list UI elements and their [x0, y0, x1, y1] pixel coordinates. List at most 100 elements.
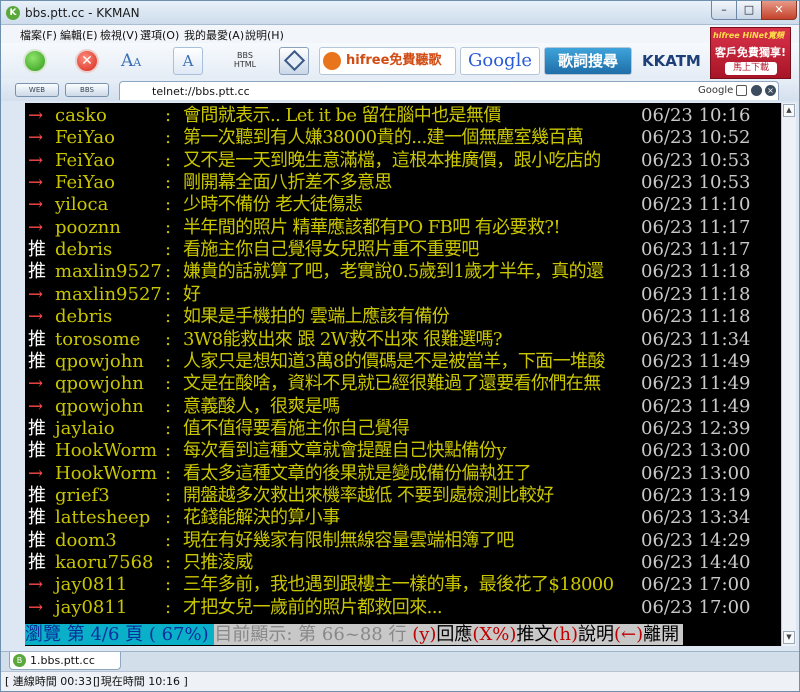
- search-engine-label[interactable]: Google: [698, 85, 733, 96]
- comment-text: 現在有好幾家有限制無線容量雲端相簿了吧: [183, 529, 514, 551]
- kkman-window: K bbs.ptt.cc - KKMAN – □ ✕ 檔案(F) 編輯(E) 檢…: [0, 0, 800, 692]
- comment-tag: 推: [28, 484, 46, 506]
- comment-text: 半年間的照片 精華應該都有PO FB吧 有必要救?!: [183, 216, 561, 238]
- comment-tag: 推: [28, 261, 46, 283]
- comment-user: debris: [55, 239, 113, 261]
- comment-user: kaoru7568: [55, 552, 154, 573]
- ad-download-button[interactable]: 馬上下載: [725, 62, 777, 75]
- comment-time: 06/23 17:00: [641, 574, 751, 596]
- menu-options[interactable]: 選項(O): [140, 27, 179, 43]
- connect-button[interactable]: [19, 47, 53, 75]
- menu-view[interactable]: 檢視(V): [100, 27, 138, 43]
- url-text[interactable]: telnet://bbs.ptt.cc: [152, 85, 250, 98]
- comment-user: qpowjohn: [55, 395, 144, 417]
- comment-text: 3W8能救出來 跟 2W救不出來 很難選嗎?: [183, 328, 503, 350]
- comment-row: → FeiYao: 第一次聽到有人嫌38000貴的...建一個無塵室幾百萬 06/23…: [25, 127, 781, 149]
- comment-time: 06/23 11:49: [641, 350, 751, 372]
- maximize-button[interactable]: □: [736, 1, 762, 20]
- comment-text: 如果是手機拍的 雲端上應該有備份: [183, 306, 450, 328]
- web-mode-button[interactable]: WEB: [15, 83, 59, 97]
- comment-tag: →: [28, 373, 44, 395]
- vertical-scrollbar[interactable]: ▲ ▼: [781, 103, 796, 646]
- minimize-button[interactable]: –: [711, 1, 737, 20]
- menu-help[interactable]: 說明(H): [245, 27, 284, 43]
- comment-tag: →: [28, 462, 44, 484]
- comment-colon: :: [165, 417, 172, 439]
- comment-tag: →: [28, 596, 44, 618]
- disconnect-button[interactable]: ✕: [71, 47, 105, 75]
- bbs-html-toggle[interactable]: BBS HTML: [223, 47, 267, 75]
- close-tab-icon[interactable]: ×: [765, 85, 776, 96]
- comment-time: 06/23 10:53: [641, 172, 751, 194]
- comment-row: 推 debris: 看施主你自己覺得女兒照片重不重要吧 06/23 11:17: [25, 239, 781, 261]
- page-icon[interactable]: [736, 85, 747, 96]
- comment-time: 06/23 11:17: [641, 216, 751, 238]
- comment-row: → qpowjohn: 意義酸人，很爽是嗎 06/23 11:49: [25, 396, 781, 418]
- comment-row: → maxlin9527: 好 06/23 11:18: [25, 284, 781, 306]
- current-time: [ 現在時間 10:16 ]: [93, 675, 188, 688]
- comment-time: 06/23 14:29: [641, 529, 751, 551]
- comment-row: → qpowjohn: 文是在酸啥，資料不見就已經很難過了還要看你們在無 06/23 …: [25, 373, 781, 395]
- comment-colon: :: [165, 574, 172, 596]
- comment-time: 06/23 11:18: [641, 283, 751, 305]
- window-title: bbs.ptt.cc - KKMAN: [25, 6, 140, 20]
- status-leave: 離開: [643, 624, 684, 645]
- status-key-x: (X%): [472, 624, 517, 645]
- font-size-icon[interactable]: AA: [121, 47, 157, 75]
- font-style-icon[interactable]: A: [173, 47, 203, 75]
- comment-text: 每次看到這種文章就會提醒自己快點備份y: [183, 440, 506, 462]
- lyrics-search-link[interactable]: 歌詞搜尋: [544, 47, 632, 75]
- comment-colon: :: [165, 596, 172, 618]
- title-bar: K bbs.ptt.cc - KKMAN – □ ✕: [1, 1, 799, 25]
- comment-colon: :: [165, 507, 172, 529]
- menu-edit[interactable]: 編輯(E): [60, 27, 98, 43]
- comment-text: 只推淩威: [183, 552, 253, 573]
- close-button[interactable]: ✕: [761, 1, 797, 20]
- hinet-ad-banner[interactable]: hifree HiNet寬頻 客戶免費獨享! 馬上下載: [710, 27, 791, 79]
- status-bar: 瀏覽 第 4/6 頁 ( 67%) 目前顯示: 第 66~88 行 (y)回應(…: [25, 623, 781, 646]
- comment-time: 06/23 13:34: [641, 507, 751, 529]
- scroll-up-icon[interactable]: ▲: [783, 104, 795, 117]
- comment-text: 又不是一天到晚生意滿檔，這根本推廣價，跟小吃店的: [183, 149, 601, 171]
- comment-colon: :: [165, 350, 172, 372]
- session-tab[interactable]: B 1.bbs.ptt.cc: [9, 652, 121, 670]
- google-link[interactable]: Google: [460, 47, 540, 75]
- comment-tag: 推: [28, 350, 46, 372]
- scroll-down-icon[interactable]: ▼: [783, 631, 795, 644]
- comment-time: 06/23 11:17: [641, 239, 751, 261]
- comment-tag: 推: [28, 440, 46, 462]
- dropdown-icon[interactable]: [751, 85, 762, 96]
- bbs-terminal[interactable]: → casko: 會問就表示.. Let it be 留在腦中也是無價 06/23 1…: [25, 103, 781, 646]
- ad-brand: hifree HiNet寬頻: [713, 31, 784, 40]
- comment-time: 06/23 14:40: [641, 552, 751, 573]
- comment-text: 三年多前，我也遇到跟樓主一樣的事，最後花了$18000: [183, 574, 614, 596]
- comment-colon: :: [165, 529, 172, 551]
- comment-user: jaylaio: [55, 417, 115, 439]
- comment-time: 06/23 11:49: [641, 373, 751, 395]
- comment-time: 06/23 11:18: [641, 306, 751, 328]
- status-key-h: (h): [552, 624, 579, 645]
- comment-text: 才把女兒一歲前的照片都救回來...: [183, 596, 443, 618]
- address-bar[interactable]: telnet://bbs.ptt.cc Google ×: [119, 81, 779, 100]
- green-circle-icon: [23, 49, 47, 73]
- comment-user: maxlin9527: [55, 261, 162, 283]
- comment-time: 06/23 11:34: [641, 328, 751, 350]
- comment-text: 文是在酸啥，資料不見就已經很難過了還要看你們在無: [183, 373, 601, 395]
- comment-user: torosome: [55, 328, 141, 350]
- bbs-mode-button[interactable]: BBS: [65, 83, 109, 97]
- kkatm-link[interactable]: KKATM: [636, 47, 708, 75]
- comment-row: → jay0811: 三年多前，我也遇到跟樓主一樣的事，最後花了$18000 06/2…: [25, 574, 781, 596]
- music-note-icon: [323, 52, 341, 70]
- menu-favorites[interactable]: 我的最愛(A): [184, 27, 244, 43]
- comment-time: 06/23 13:19: [641, 484, 751, 506]
- stop-x-icon: ✕: [75, 49, 99, 73]
- footer-status: [ 連線時間 00:33 ] [ 現在時間 10:16 ]: [1, 671, 799, 691]
- comment-tag: 推: [28, 328, 46, 350]
- connection-time: [ 連線時間 00:33 ]: [5, 675, 100, 688]
- cube-icon[interactable]: [279, 47, 309, 75]
- comment-text: 少時不備份 老大徒傷悲: [183, 194, 363, 216]
- comment-tag: 推: [28, 239, 46, 261]
- menu-file[interactable]: 檔案(F): [20, 27, 57, 43]
- comment-time: 06/23 12:39: [641, 417, 751, 439]
- comment-user: grief3: [55, 484, 110, 506]
